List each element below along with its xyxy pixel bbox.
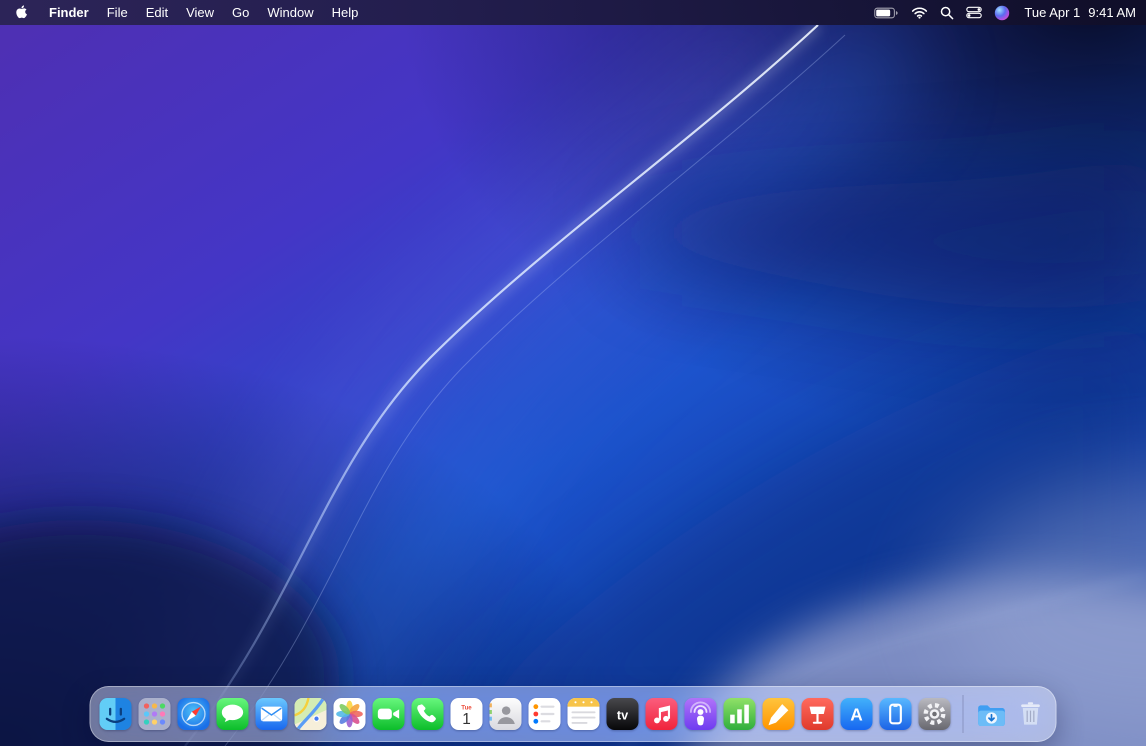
dock-item-iphone-mirroring[interactable] bbox=[880, 698, 912, 730]
downloads-icon bbox=[976, 698, 1008, 730]
dock-item-finder[interactable] bbox=[100, 698, 132, 730]
siri-icon[interactable] bbox=[988, 0, 1016, 25]
calendar-icon: Tue1 bbox=[451, 698, 483, 730]
wifi-icon[interactable] bbox=[905, 0, 934, 25]
dock-item-calendar[interactable]: Tue1 bbox=[451, 698, 483, 730]
trash-icon bbox=[1015, 698, 1047, 730]
dock-item-facetime[interactable] bbox=[373, 698, 405, 730]
desktop-wallpaper bbox=[0, 0, 1146, 746]
dock-container: Tue1 tv A bbox=[90, 686, 1057, 742]
iphone-mirroring-icon bbox=[880, 698, 912, 730]
dock-item-numbers[interactable] bbox=[724, 698, 756, 730]
svg-text:1: 1 bbox=[462, 711, 471, 728]
podcasts-icon bbox=[685, 698, 717, 730]
dock-item-phone[interactable] bbox=[412, 698, 444, 730]
dock-item-pages[interactable] bbox=[763, 698, 795, 730]
dock-item-reminders[interactable] bbox=[529, 698, 561, 730]
dock-item-keynote[interactable] bbox=[802, 698, 834, 730]
menubar-date: Tue Apr 1 bbox=[1024, 5, 1080, 20]
dock-item-trash[interactable] bbox=[1015, 698, 1047, 730]
dock-item-tv[interactable]: tv bbox=[607, 698, 639, 730]
notes-icon bbox=[568, 698, 600, 730]
dock-item-mail[interactable] bbox=[256, 698, 288, 730]
menu-item-view[interactable]: View bbox=[177, 0, 223, 25]
photos-icon bbox=[334, 698, 366, 730]
apple-logo-icon bbox=[14, 4, 29, 21]
maps-icon bbox=[295, 698, 327, 730]
app-menu-finder[interactable]: Finder bbox=[40, 0, 98, 25]
keynote-icon bbox=[802, 698, 834, 730]
dock-item-safari[interactable] bbox=[178, 698, 210, 730]
menu-bar-clock[interactable]: Tue Apr 1 9:41 AM bbox=[1016, 5, 1136, 20]
battery-icon[interactable] bbox=[868, 0, 905, 25]
dock-item-app-store[interactable]: A bbox=[841, 698, 873, 730]
messages-icon bbox=[217, 698, 249, 730]
mail-icon bbox=[256, 698, 288, 730]
search-icon[interactable] bbox=[934, 0, 960, 25]
pages-icon bbox=[763, 698, 795, 730]
dock-item-messages[interactable] bbox=[217, 698, 249, 730]
dock-item-podcasts[interactable] bbox=[685, 698, 717, 730]
dock-item-photos[interactable] bbox=[334, 698, 366, 730]
svg-text:A: A bbox=[850, 705, 863, 725]
dock-item-notes[interactable] bbox=[568, 698, 600, 730]
launchpad-icon bbox=[139, 698, 171, 730]
dock-item-maps[interactable] bbox=[295, 698, 327, 730]
numbers-icon bbox=[724, 698, 756, 730]
apple-menu[interactable] bbox=[0, 0, 40, 25]
reminders-icon bbox=[529, 698, 561, 730]
music-icon bbox=[646, 698, 678, 730]
dock-item-downloads[interactable] bbox=[976, 698, 1008, 730]
safari-icon bbox=[178, 698, 210, 730]
menu-item-window[interactable]: Window bbox=[258, 0, 322, 25]
control-center-icon[interactable] bbox=[960, 0, 988, 25]
dock-item-launchpad[interactable] bbox=[139, 698, 171, 730]
dock: Tue1 tv A bbox=[90, 686, 1057, 742]
svg-text:tv: tv bbox=[617, 708, 628, 722]
facetime-icon bbox=[373, 698, 405, 730]
dock-item-music[interactable] bbox=[646, 698, 678, 730]
menu-bar: Finder FileEditViewGoWindowHelp bbox=[0, 0, 1146, 25]
tv-icon: tv bbox=[607, 698, 639, 730]
desktop: { "menu_bar": { "app_name": "Finder", "i… bbox=[0, 0, 1146, 746]
phone-icon bbox=[412, 698, 444, 730]
dock-item-system-settings[interactable] bbox=[919, 698, 951, 730]
menu-items: FileEditViewGoWindowHelp bbox=[98, 0, 368, 25]
menubar-time: 9:41 AM bbox=[1088, 5, 1136, 20]
menu-bar-status: Tue Apr 1 9:41 AM bbox=[868, 0, 1146, 25]
app-store-icon: A bbox=[841, 698, 873, 730]
menu-item-file[interactable]: File bbox=[98, 0, 137, 25]
menu-item-edit[interactable]: Edit bbox=[137, 0, 177, 25]
system-settings-icon bbox=[919, 698, 951, 730]
menu-bar-left: Finder FileEditViewGoWindowHelp bbox=[0, 0, 367, 25]
menu-item-go[interactable]: Go bbox=[223, 0, 258, 25]
menu-item-help[interactable]: Help bbox=[323, 0, 368, 25]
dock-item-contacts[interactable] bbox=[490, 698, 522, 730]
contacts-icon bbox=[490, 698, 522, 730]
finder-icon bbox=[100, 698, 132, 730]
dock-separator bbox=[963, 695, 964, 733]
